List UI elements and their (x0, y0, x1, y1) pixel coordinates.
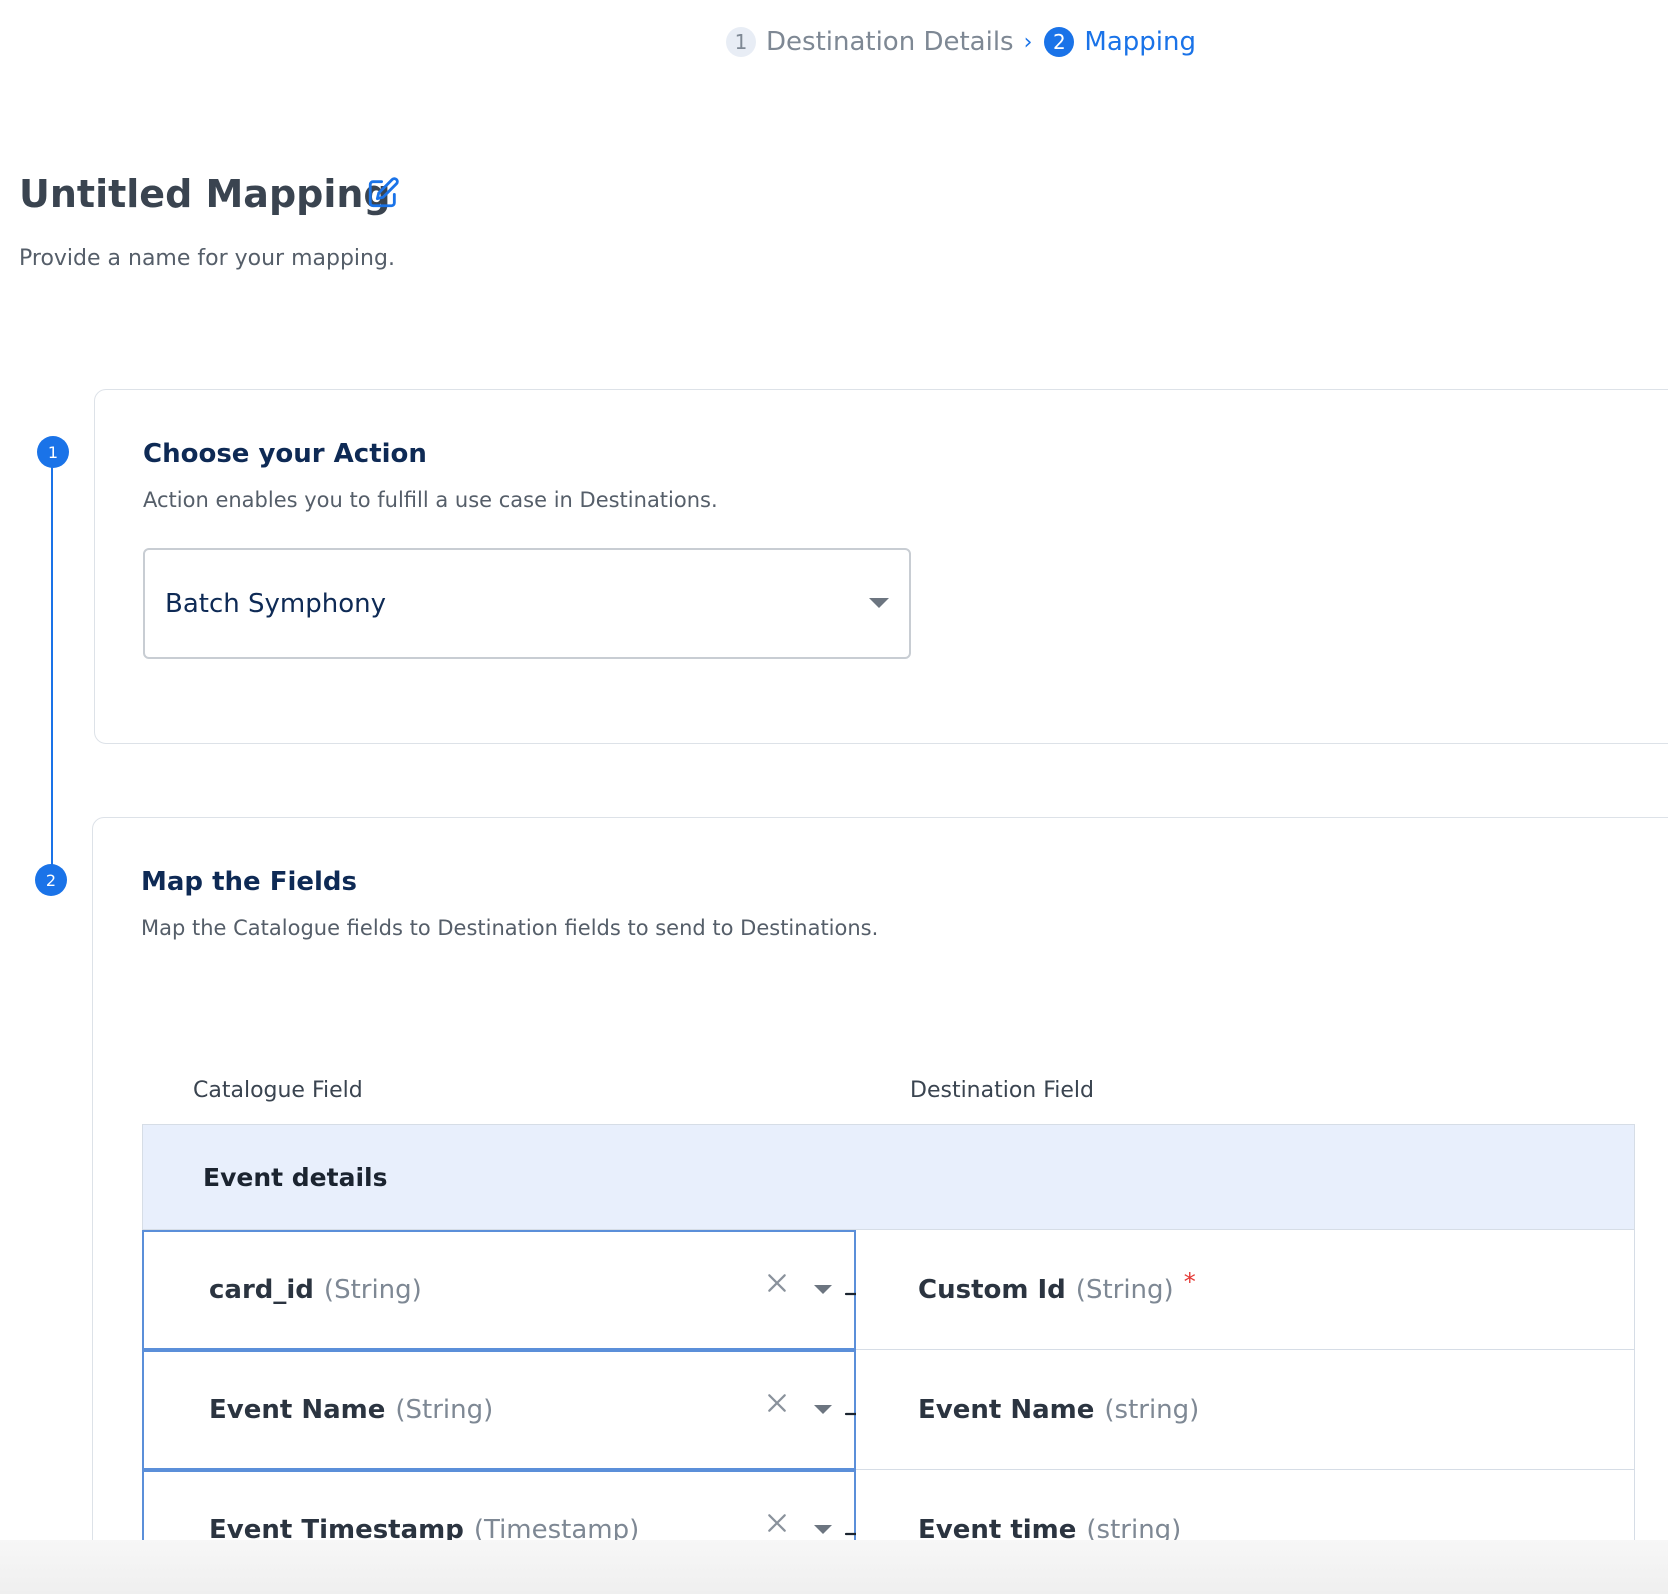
column-header-destination: Destination Field (910, 1078, 1095, 1103)
mapping-page: 1 Destination Details › 2 Mapping Untitl… (0, 0, 1668, 1594)
fields-card-subtitle: Map the Catalogue fields to Destination … (141, 916, 879, 940)
step-number: 1 (726, 27, 756, 57)
action-card-title: Choose your Action (143, 439, 427, 469)
clear-icon[interactable] (766, 1272, 788, 1294)
field-type: (string) (1104, 1394, 1200, 1425)
timeline-line (51, 452, 53, 880)
column-header-catalogue: Catalogue Field (193, 1078, 363, 1103)
caret-down-icon[interactable] (814, 1525, 832, 1534)
field-type: (String) (395, 1395, 494, 1425)
page-title: Untitled Mapping (19, 172, 391, 216)
bottom-edge (0, 1540, 1668, 1594)
mapping-row: card_id (String) Custom Id (String) * (142, 1230, 1635, 1350)
catalogue-field-select[interactable]: Event Name (String) (142, 1350, 856, 1470)
catalogue-field-select[interactable]: card_id (String) (142, 1230, 856, 1350)
field-name: Custom Id (918, 1274, 1066, 1305)
action-card-subtitle: Action enables you to fulfill a use case… (143, 488, 718, 512)
mapping-row: Event Name (String) Event Name (string) (142, 1350, 1635, 1470)
step-number: 2 (1044, 27, 1075, 57)
clear-icon[interactable] (766, 1392, 788, 1414)
step-destination-details[interactable]: 1 Destination Details (726, 27, 1014, 57)
caret-down-icon[interactable] (814, 1285, 832, 1294)
field-type: (String) (323, 1275, 422, 1305)
clear-icon[interactable] (766, 1512, 788, 1534)
timeline-step-2: 2 (35, 864, 67, 896)
step-label: Mapping (1084, 27, 1197, 57)
group-label: Event details (203, 1162, 388, 1192)
field-name: card_id (209, 1275, 314, 1305)
action-select[interactable]: Batch Symphony (143, 548, 911, 659)
chevron-right-icon: › (1023, 29, 1033, 55)
edit-icon[interactable] (366, 176, 400, 210)
caret-down-icon (869, 598, 889, 608)
destination-field: Event Name (string) (856, 1350, 1635, 1470)
step-label: Destination Details (766, 27, 1014, 57)
fields-card-title: Map the Fields (141, 867, 358, 897)
field-type: (String) (1075, 1274, 1174, 1305)
required-marker: * (1183, 1268, 1196, 1296)
destination-field: Custom Id (String) * (856, 1230, 1635, 1350)
step-mapping[interactable]: 2 Mapping (1044, 27, 1196, 57)
action-select-value: Batch Symphony (165, 588, 386, 619)
stepper: 1 Destination Details › 2 Mapping (726, 24, 1196, 60)
group-row-event-details[interactable]: Event details (142, 1124, 1635, 1230)
caret-down-icon[interactable] (814, 1405, 832, 1414)
field-name: Event Name (918, 1394, 1095, 1425)
timeline-step-1: 1 (37, 436, 69, 468)
page-subtitle: Provide a name for your mapping. (19, 246, 395, 271)
field-name: Event Name (209, 1395, 386, 1425)
